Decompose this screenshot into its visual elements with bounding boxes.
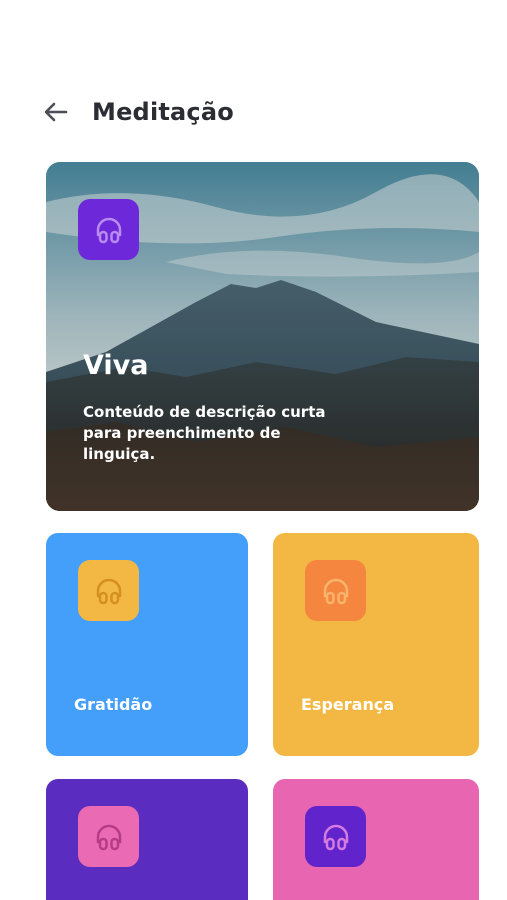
hero-description: Conteúdo de descrição curta para preench… [83,403,326,463]
headphones-icon [96,578,121,604]
category-card-esperanca[interactable]: Esperança [273,533,479,756]
headphones-icon [323,824,348,850]
category-card-gratidao[interactable]: Gratidão [46,533,248,756]
back-button[interactable] [40,96,72,128]
page-title: Meditação [92,98,234,126]
card-label: Esperança [301,695,395,714]
featured-meditation-card[interactable]: Viva Conteúdo de descrição curta para pr… [46,162,479,511]
meditation-screen: Meditação Viva Conteúdo de descrição cur… [0,0,507,900]
hero-icon-box [78,199,139,260]
header: Meditação [40,92,234,132]
card-icon-box [78,806,139,867]
category-card-3[interactable] [46,779,248,900]
category-card-4[interactable] [273,779,479,900]
card-icon-box [78,560,139,621]
arrow-left-icon [44,102,68,122]
headphones-icon [96,824,121,850]
hero-title: Viva [83,350,149,381]
headphones-icon [323,578,348,604]
card-icon-box [305,806,366,867]
card-label: Gratidão [74,695,153,714]
headphones-icon [96,217,121,243]
card-icon-box [305,560,366,621]
